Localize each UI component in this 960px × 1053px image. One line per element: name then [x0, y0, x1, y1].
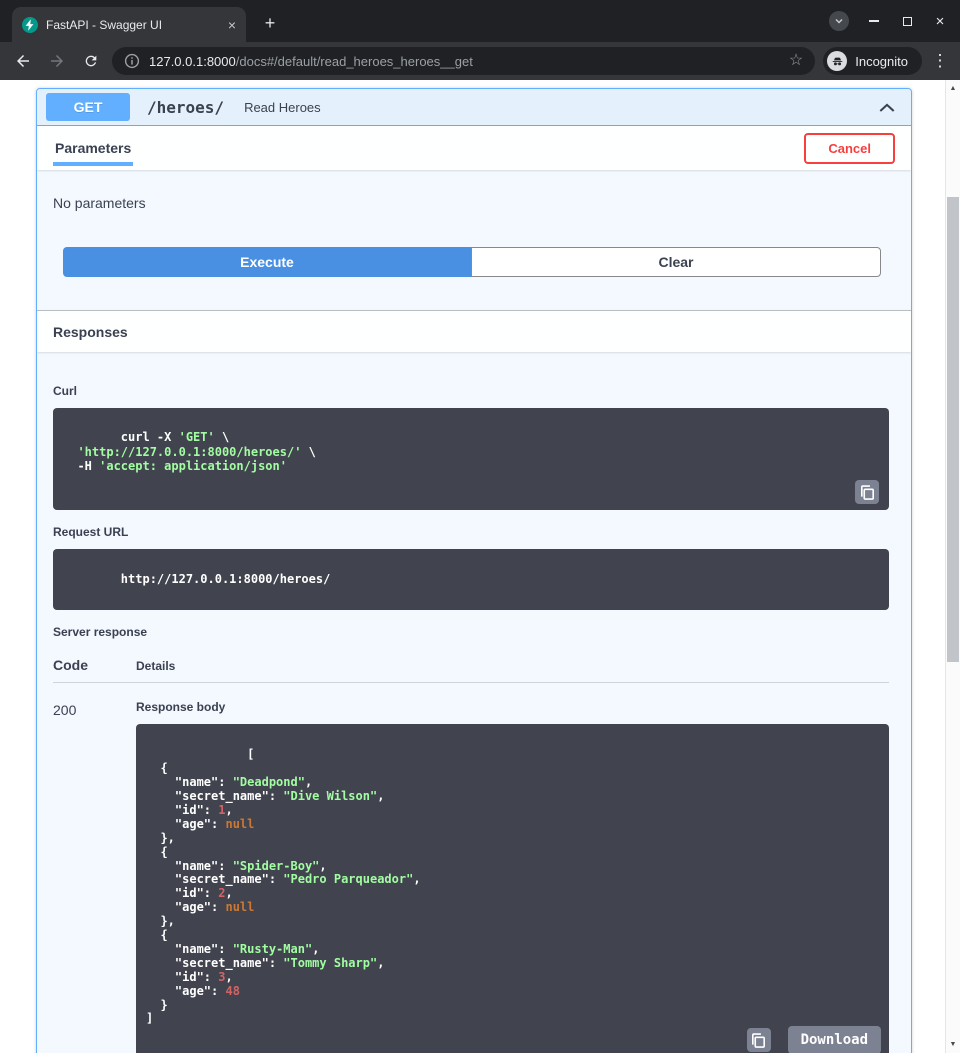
tab-search-button[interactable]: [829, 11, 849, 31]
browser-menu-button[interactable]: ⋮: [930, 51, 950, 71]
response-details: Response body [ { "name": "Deadpond", "s…: [136, 700, 889, 1053]
incognito-icon: [827, 51, 847, 71]
browser-toolbar: 127.0.0.1:8000/docs#/default/read_heroes…: [0, 42, 960, 80]
window-controls: ×: [829, 0, 948, 42]
new-tab-button[interactable]: +: [258, 11, 282, 35]
request-url-code: http://127.0.0.1:8000/heroes/: [121, 572, 331, 586]
code-column-header: Code: [53, 657, 136, 673]
forward-button[interactable]: [44, 48, 70, 74]
tab-parameters: Parameters: [53, 130, 133, 166]
browser-window: FastAPI - Swagger UI × + ×: [0, 0, 960, 80]
details-column-header: Details: [136, 659, 175, 673]
cancel-button[interactable]: Cancel: [804, 133, 895, 164]
responses-header: Responses: [37, 310, 911, 352]
response-body-controls: Download: [747, 1026, 881, 1053]
opblock-get-heroes: GET /heroes/ Read Heroes Parameters Canc…: [36, 88, 912, 1053]
swagger-page: GET /heroes/ Read Heroes Parameters Canc…: [0, 80, 945, 1053]
page-scrollbar[interactable]: ▲ ▼: [945, 80, 960, 1053]
back-button[interactable]: [10, 48, 36, 74]
curl-label: Curl: [53, 384, 889, 398]
tab-close-icon[interactable]: ×: [228, 18, 236, 32]
url-path: /docs#/default/read_heroes_heroes__get: [236, 54, 473, 69]
responses-body: Curl curl -X 'GET' \ 'http://127.0.0.1:8…: [37, 384, 911, 1053]
copy-curl-button[interactable]: [855, 480, 879, 504]
endpoint-path: /heroes/: [147, 98, 224, 117]
download-button[interactable]: Download: [788, 1026, 881, 1053]
parameters-header: Parameters Cancel: [37, 126, 911, 170]
url-host: 127.0.0.1:8000: [149, 54, 236, 69]
incognito-badge: Incognito: [823, 47, 922, 75]
method-badge: GET: [46, 93, 130, 121]
collapse-chevron-icon[interactable]: [877, 97, 897, 117]
site-info-icon[interactable]: [124, 53, 140, 69]
address-bar[interactable]: 127.0.0.1:8000/docs#/default/read_heroes…: [112, 47, 815, 75]
request-url-label: Request URL: [53, 525, 889, 539]
no-parameters-text: No parameters: [37, 170, 911, 247]
response-body-block: [ { "name": "Deadpond", "secret_name": "…: [136, 724, 889, 1053]
opblock-header[interactable]: GET /heroes/ Read Heroes: [37, 89, 911, 126]
tab-strip: FastAPI - Swagger UI × + ×: [0, 0, 960, 42]
table-row: 200 Response body [ { "name": "Deadpond"…: [53, 700, 889, 1053]
fastapi-favicon-icon: [22, 17, 38, 33]
server-response-table: Code Details 200 Response body [ { "name…: [53, 647, 889, 1053]
url-text: 127.0.0.1:8000/docs#/default/read_heroes…: [149, 54, 780, 69]
execute-wrapper: Execute Clear: [37, 247, 911, 277]
bookmark-star-icon[interactable]: ☆: [789, 53, 803, 69]
curl-command-block: curl -X 'GET' \ 'http://127.0.0.1:8000/h…: [53, 408, 889, 510]
incognito-label: Incognito: [855, 54, 908, 69]
server-response-label: Server response: [53, 625, 889, 639]
endpoint-summary: Read Heroes: [244, 100, 321, 115]
copy-response-button[interactable]: [747, 1028, 771, 1052]
close-button[interactable]: ×: [932, 13, 948, 29]
minimize-button[interactable]: [866, 13, 882, 29]
response-body-code: [ { "name": "Deadpond", "secret_name": "…: [146, 747, 421, 1025]
maximize-button[interactable]: [899, 13, 915, 29]
scrollbar-down-arrow[interactable]: ▼: [946, 1037, 960, 1052]
execute-button[interactable]: Execute: [63, 247, 471, 277]
request-url-block: http://127.0.0.1:8000/heroes/: [53, 549, 889, 610]
clear-button[interactable]: Clear: [471, 247, 881, 277]
response-body-label: Response body: [136, 700, 889, 714]
curl-code: curl -X 'GET' \ 'http://127.0.0.1:8000/h…: [63, 430, 316, 473]
scrollbar-thumb[interactable]: [947, 197, 959, 662]
browser-tab[interactable]: FastAPI - Swagger UI ×: [12, 7, 246, 42]
table-header-row: Code Details: [53, 647, 889, 683]
status-code: 200: [53, 700, 136, 1053]
scrollbar-up-arrow[interactable]: ▲: [946, 81, 960, 96]
responses-title: Responses: [53, 324, 128, 340]
reload-button[interactable]: [78, 48, 104, 74]
tab-title: FastAPI - Swagger UI: [46, 18, 220, 32]
